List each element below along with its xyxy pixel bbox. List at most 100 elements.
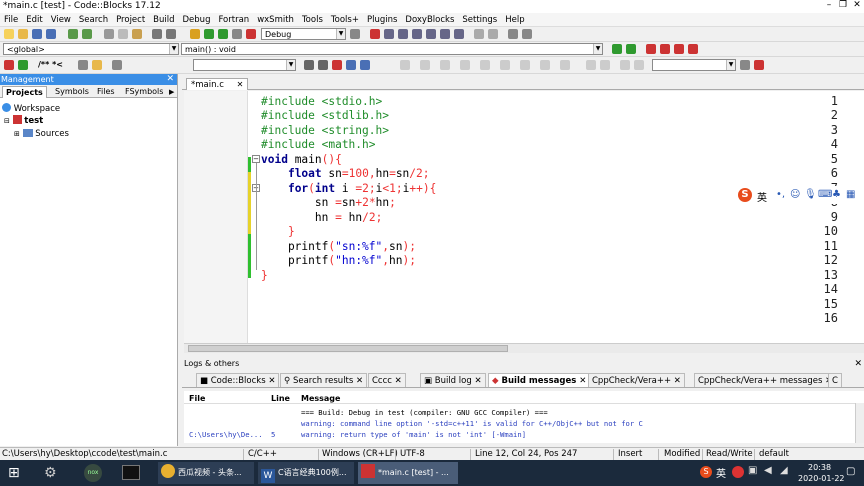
- bookmark-prev-icon[interactable]: [660, 44, 670, 54]
- tab-build-log[interactable]: ▣ Build log ✕: [420, 373, 486, 387]
- tab-cppcheck-messages[interactable]: CppCheck/Vera++ messages ✕: [694, 373, 837, 387]
- taskbar-item-codeblocks[interactable]: *main.c [test] - ...: [358, 462, 458, 484]
- regex-icon[interactable]: [346, 60, 356, 70]
- rebuild-icon[interactable]: [232, 29, 242, 39]
- tab-search-results[interactable]: ⚲ Search results ✕: [280, 373, 368, 387]
- editor-horizontal-scrollbar[interactable]: [184, 343, 864, 353]
- step-into-icon[interactable]: [412, 29, 422, 39]
- box-icon[interactable]: [420, 60, 430, 70]
- app-tray-icon[interactable]: [732, 466, 744, 478]
- tree-project[interactable]: ⊟ test: [4, 115, 43, 127]
- gear-icon[interactable]: ⚙: [44, 465, 60, 481]
- tab-fsymbols[interactable]: FSymbols: [122, 86, 166, 98]
- restore-button[interactable]: ❐: [836, 0, 850, 12]
- tab-build-messages[interactable]: ◆ Build messages ✕: [488, 373, 591, 387]
- function-select[interactable]: main() : void ▼: [181, 43, 603, 55]
- code-line[interactable]: sn =sn+2*hn;: [261, 196, 396, 209]
- diamond-icon[interactable]: [460, 60, 470, 70]
- tab-projects[interactable]: Projects: [2, 86, 47, 98]
- bookmark-toggle-icon[interactable]: [646, 44, 656, 54]
- target-options-icon[interactable]: [350, 29, 360, 39]
- column-file[interactable]: File: [189, 394, 205, 403]
- menu-view[interactable]: View: [47, 13, 75, 27]
- next-instruction-icon[interactable]: [440, 29, 450, 39]
- run-to-cursor-icon[interactable]: [384, 29, 394, 39]
- debug-start-icon[interactable]: [370, 29, 380, 39]
- scope-select[interactable]: <global> ▼: [3, 43, 179, 55]
- menu-project[interactable]: Project: [112, 13, 149, 27]
- tree-folder[interactable]: ⊞ Sources: [14, 128, 69, 140]
- tab-files[interactable]: Files: [94, 86, 118, 98]
- debug-windows-icon[interactable]: [508, 29, 518, 39]
- logs-vertical-scrollbar[interactable]: [855, 403, 864, 443]
- nox-icon[interactable]: nox: [84, 464, 102, 482]
- sogou-tray-icon[interactable]: S: [700, 466, 712, 478]
- pause-icon[interactable]: [474, 29, 484, 39]
- list-icon[interactable]: [520, 60, 530, 70]
- zoom-out-icon[interactable]: [600, 60, 610, 70]
- taskbar-item-browser[interactable]: 西瓜视频 - 头条...: [158, 462, 254, 484]
- menu-settings[interactable]: Settings: [458, 13, 501, 27]
- notification-icon[interactable]: ▢: [846, 466, 855, 477]
- fold-icon[interactable]: −: [252, 155, 260, 163]
- build-icon[interactable]: [190, 29, 200, 39]
- tab-codeblocks-log[interactable]: ■ Code::Blocks ✕: [196, 373, 280, 387]
- debug-info-icon[interactable]: [522, 29, 532, 39]
- wifi-icon[interactable]: ◢: [780, 465, 788, 476]
- doxy-help-icon[interactable]: [92, 60, 102, 70]
- close-icon[interactable]: ✕: [395, 376, 402, 386]
- block-icon[interactable]: [540, 60, 550, 70]
- menu-build[interactable]: Build: [149, 13, 178, 27]
- redo-icon[interactable]: [82, 29, 92, 39]
- menu-debug[interactable]: Debug: [179, 13, 215, 27]
- rect-icon[interactable]: [440, 60, 450, 70]
- open-icon[interactable]: [18, 29, 28, 39]
- step-icon[interactable]: [500, 60, 510, 70]
- build-run-icon[interactable]: [218, 29, 228, 39]
- menu-file[interactable]: File: [0, 13, 22, 27]
- code-line[interactable]: #include <math.h>: [261, 138, 376, 151]
- skin-icon[interactable]: ♣: [832, 189, 841, 200]
- stop-debug-icon[interactable]: [488, 29, 498, 39]
- close-icon[interactable]: ✕: [854, 358, 862, 370]
- new-file-icon[interactable]: [4, 29, 14, 39]
- s-icon[interactable]: [620, 60, 630, 70]
- code-line[interactable]: float sn=100,hn=sn/2;: [261, 167, 430, 180]
- next-line-icon[interactable]: [398, 29, 408, 39]
- close-button[interactable]: ✕: [850, 0, 864, 12]
- arrow-left-icon[interactable]: [304, 60, 314, 70]
- punctuation-icon[interactable]: •,: [776, 189, 785, 200]
- code-line[interactable]: #include <string.h>: [261, 124, 389, 137]
- close-icon[interactable]: ✕: [356, 376, 363, 386]
- settings-icon[interactable]: [754, 60, 764, 70]
- loop-icon[interactable]: [480, 60, 490, 70]
- build-messages-list[interactable]: File Line Message === Build: Debug in te…: [184, 391, 864, 443]
- tab-symbols[interactable]: Symbols: [52, 86, 92, 98]
- menu-edit[interactable]: Edit: [22, 13, 46, 27]
- goto-icon[interactable]: [740, 60, 750, 70]
- find-icon[interactable]: [152, 29, 162, 39]
- close-icon[interactable]: ✕: [166, 74, 174, 85]
- jump-forward-icon[interactable]: [626, 44, 636, 54]
- jump-back-icon[interactable]: [612, 44, 622, 54]
- expand-icon[interactable]: ⊞: [14, 130, 20, 138]
- column-line[interactable]: Line: [271, 394, 290, 403]
- collapse-icon[interactable]: ⊟: [4, 117, 10, 125]
- code-line[interactable]: for(int i =2;i<1;i++){: [261, 182, 436, 195]
- doxy-extract-icon[interactable]: [18, 60, 28, 70]
- block2-icon[interactable]: [560, 60, 570, 70]
- menu-tools[interactable]: Tools: [298, 13, 327, 27]
- doxy-wizard-icon[interactable]: [4, 60, 14, 70]
- column-message[interactable]: Message: [301, 394, 340, 403]
- clock-date[interactable]: 2020-01-22: [798, 474, 845, 483]
- ime-tray-icon[interactable]: 英: [716, 465, 726, 480]
- run-icon[interactable]: [204, 29, 214, 39]
- code-line[interactable]: hn = hn/2;: [261, 211, 382, 224]
- save-all-icon[interactable]: [46, 29, 56, 39]
- ime-language[interactable]: 英: [757, 189, 767, 204]
- microphone-icon[interactable]: 🎙: [804, 189, 817, 200]
- options-icon[interactable]: [112, 60, 122, 70]
- menu-help[interactable]: Help: [501, 13, 528, 27]
- sogou-icon[interactable]: S: [738, 188, 752, 202]
- menu-search[interactable]: Search: [75, 13, 112, 27]
